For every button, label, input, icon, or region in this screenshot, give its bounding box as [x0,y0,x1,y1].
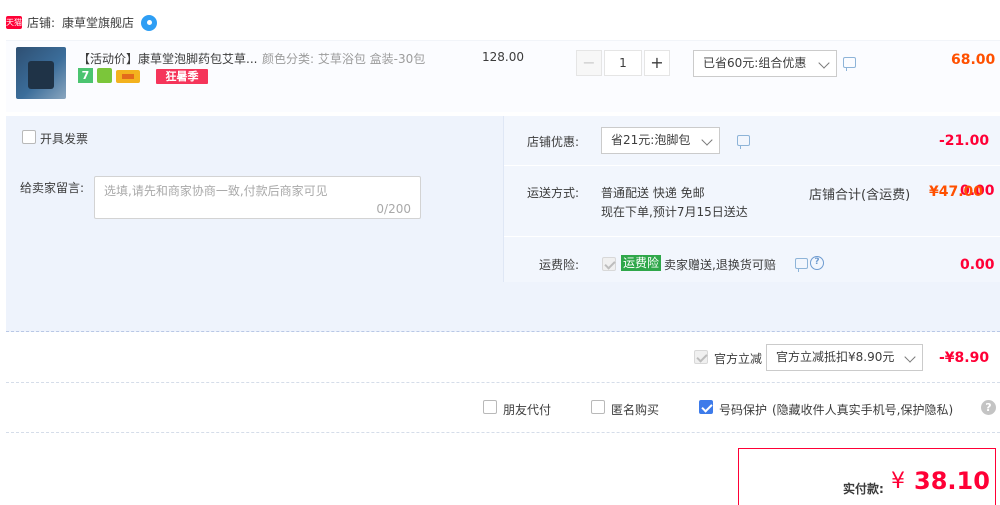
official-discount-label: 官方立减 [714,352,763,366]
unit-price: 128.00 [482,50,524,64]
item-discount-select[interactable]: 已省60元:组合优惠 [693,50,837,77]
divider [504,165,1000,166]
shop-coupon-select[interactable]: 省21元:泡脚包 [601,127,720,154]
official-discount-amount: -¥8.90 [939,350,990,366]
number-protect-checkbox[interactable] [699,400,713,414]
order-item-row: 【活动价】康草堂泡脚药包艾草... 颜色分类: 艾草浴包 盒装-30包 7 狂暑… [6,40,1000,112]
store-row: 天猫 店铺: 康草堂旗舰店 [0,0,1000,40]
official-discount-select[interactable]: 官方立减抵扣¥8.90元 [766,344,923,371]
currency-symbol: ¥ [891,469,905,494]
store-name-link[interactable]: 康草堂旗舰店 [62,14,134,31]
payment-label: 实付款: [843,482,884,496]
payment-amount: 38.10 [914,467,990,495]
product-sku: 颜色分类: 艾草浴包 盒装-30包 [262,52,426,66]
friend-pay-checkbox[interactable] [483,400,497,414]
anonymous-label: 匿名购买 [611,403,660,417]
anonymous-checkbox[interactable] [591,400,605,414]
shop-coupon-amount: -21.00 [939,133,990,149]
shipping-panel: 店铺优惠: 省21元:泡脚包 -21.00 运送方式: 普通配送 快递 免邮 现… [503,116,1000,282]
seven-day-return-icon: 7 [78,68,93,83]
item-subtotal: 68.00 [951,52,996,68]
payment-summary: 实付款: ¥ 38.10 [738,448,996,505]
delivery-eta: 现在下单,预计7月15日送达 [601,205,748,219]
product-title-link[interactable]: 【活动价】康草堂泡脚药包艾草... [78,50,257,67]
comment-icon[interactable] [843,57,856,71]
number-protect-label: 号码保护 [719,403,768,417]
shop-coupon-label: 店铺优惠: [527,135,580,149]
store-label: 店铺: [27,16,56,30]
help-icon[interactable]: ? [981,400,996,415]
invoice-label: 开具发票 [40,132,89,146]
memo-label: 给卖家留言: [20,181,85,195]
comment-icon[interactable] [737,135,750,149]
shop-total-label: 店铺合计(含运费) [809,188,911,203]
invoice-checkbox[interactable] [22,130,36,144]
order-privacy-row: 朋友代付 匿名购买 号码保护 (隐藏收件人真实手机号,保护隐私) ? [6,383,1000,433]
delivery-label: 运送方式: [527,186,580,200]
product-thumbnail[interactable] [16,47,66,99]
guarantee-icon [97,68,112,83]
shop-total-amount: ¥47.00 [929,184,984,200]
official-discount-row: 官方立减 官方立减抵扣¥8.90元 -¥8.90 [6,333,1000,383]
insurance-text: 卖家赠送,退换货可赔 [664,258,776,272]
shop-coupon-value: 省21元:泡脚包 [611,133,691,147]
official-discount-value: 官方立减抵扣¥8.90元 [776,350,895,364]
insurance-tag: 运费险 [621,255,662,271]
chevron-down-icon [818,57,830,69]
quantity-increase-button[interactable]: + [644,50,670,76]
number-protect-note: (隐藏收件人真实手机号,保护隐私) [772,403,954,417]
delivery-method: 普通配送 快递 免邮 [601,186,705,200]
quantity-decrease-button[interactable]: − [576,50,602,76]
order-options-panel: 开具发票 给卖家留言: 选填,请先和商家协商一致,付款后商家可见 0/200 店… [6,116,1000,332]
chevron-down-icon [904,351,916,363]
item-discount-value: 已省60元:组合优惠 [703,56,807,70]
insurance-amount: 0.00 [960,257,995,273]
chevron-down-icon [701,134,713,146]
friend-pay-label: 朋友代付 [503,403,552,417]
promo-tag: 狂暑季 [156,69,208,84]
insurance-label: 运费险: [539,258,580,272]
memo-char-counter: 0/200 [376,202,411,216]
divider [504,236,1000,237]
help-icon[interactable]: ? [810,256,824,270]
tmall-icon: 天猫 [6,16,22,29]
credit-card-icon [116,70,140,83]
insurance-checkbox[interactable] [602,257,616,271]
chat-seller-icon[interactable] [141,15,157,31]
comment-icon[interactable] [795,258,808,272]
quantity-input[interactable]: 1 [604,50,642,76]
memo-textarea[interactable]: 选填,请先和商家协商一致,付款后商家可见 0/200 [94,176,421,219]
official-discount-checkbox[interactable] [694,350,708,364]
memo-placeholder: 选填,请先和商家协商一致,付款后商家可见 [104,184,328,198]
